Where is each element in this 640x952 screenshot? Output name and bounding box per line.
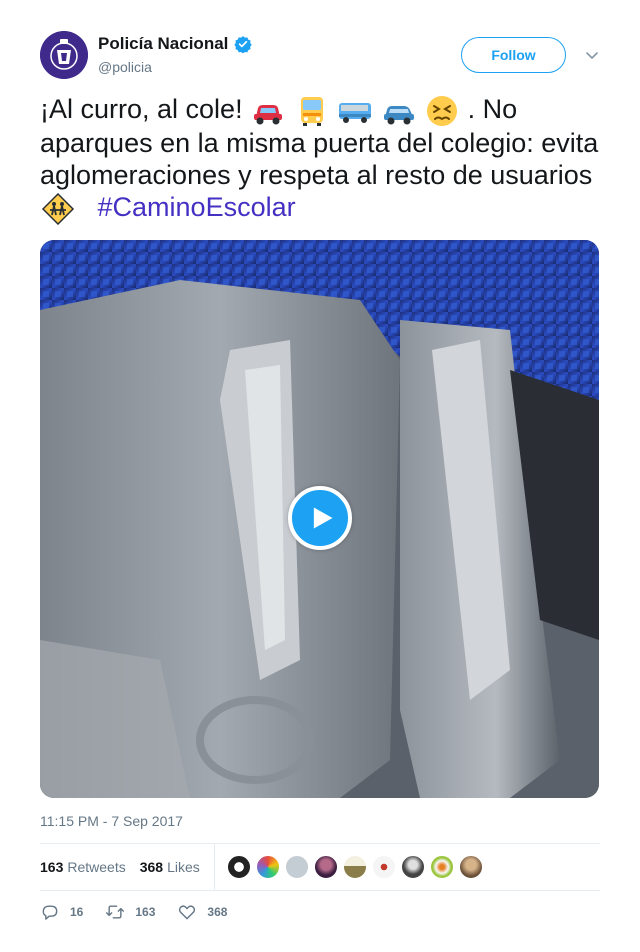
tweet-actions: 16 163 368 bbox=[40, 900, 249, 924]
tweet-text-part1: ¡Al curro, al cole! bbox=[40, 94, 243, 124]
tweet-stats: 163 Retweets 368 Likes bbox=[40, 844, 600, 890]
children-crossing-emoji bbox=[41, 192, 75, 225]
retweet-icon bbox=[106, 905, 125, 919]
tweet-header: Policía Nacional @policia Follow bbox=[40, 31, 600, 79]
play-icon bbox=[313, 507, 333, 529]
retweet-count: 163 bbox=[135, 905, 156, 919]
hashtag-link[interactable]: #CaminoEscolar bbox=[98, 192, 296, 222]
liker-avatar[interactable] bbox=[255, 855, 280, 879]
liker-avatar[interactable] bbox=[342, 855, 367, 879]
likes-stat[interactable]: 368 Likes bbox=[140, 859, 200, 875]
follow-button[interactable]: Follow bbox=[461, 37, 566, 73]
display-name-text[interactable]: Policía Nacional bbox=[98, 34, 228, 54]
car-side-emoji bbox=[383, 105, 414, 125]
display-name[interactable]: Policía Nacional bbox=[98, 33, 253, 55]
video-player[interactable] bbox=[40, 240, 599, 798]
liker-avatar[interactable] bbox=[400, 855, 425, 879]
play-button[interactable] bbox=[288, 486, 352, 550]
like-count: 368 bbox=[207, 905, 228, 919]
liker-avatar[interactable] bbox=[226, 855, 251, 879]
avatar[interactable] bbox=[40, 31, 88, 79]
bus-emoji bbox=[339, 102, 372, 123]
handle[interactable]: @policia bbox=[98, 59, 252, 75]
divider bbox=[40, 890, 600, 891]
retweets-stat[interactable]: 163 Retweets bbox=[40, 859, 126, 875]
chevron-down-icon[interactable] bbox=[584, 47, 600, 63]
like-action[interactable]: 368 bbox=[177, 902, 227, 922]
reply-count: 16 bbox=[70, 905, 84, 919]
liker-avatar[interactable] bbox=[284, 855, 309, 879]
liker-avatar[interactable] bbox=[429, 855, 454, 879]
tweet-timestamp[interactable]: 11:15 PM - 7 Sep 2017 bbox=[40, 813, 183, 829]
retweets-label: Retweets bbox=[67, 859, 126, 875]
likes-label: Likes bbox=[167, 859, 200, 875]
liker-avatar[interactable] bbox=[371, 855, 396, 879]
reply-icon bbox=[42, 905, 58, 920]
reply-action[interactable]: 16 bbox=[40, 902, 83, 922]
bus-front-emoji bbox=[300, 96, 323, 126]
author-info: Policía Nacional @policia bbox=[98, 33, 253, 75]
stats-separator bbox=[213, 844, 215, 890]
verified-badge-icon bbox=[234, 36, 253, 53]
retweets-count: 163 bbox=[40, 859, 64, 875]
retweet-action[interactable]: 163 bbox=[105, 902, 155, 922]
liker-avatar[interactable] bbox=[313, 855, 338, 879]
liker-avatar[interactable] bbox=[458, 855, 483, 879]
liker-avatars bbox=[226, 855, 488, 879]
persevering-face-emoji bbox=[427, 95, 458, 126]
tweet-text: ¡Al curro, al cole! . No aparques en la … bbox=[40, 93, 600, 225]
likes-count: 368 bbox=[139, 859, 164, 875]
heart-icon bbox=[179, 905, 196, 920]
car-emoji bbox=[254, 104, 283, 125]
police-badge-icon bbox=[40, 31, 88, 79]
